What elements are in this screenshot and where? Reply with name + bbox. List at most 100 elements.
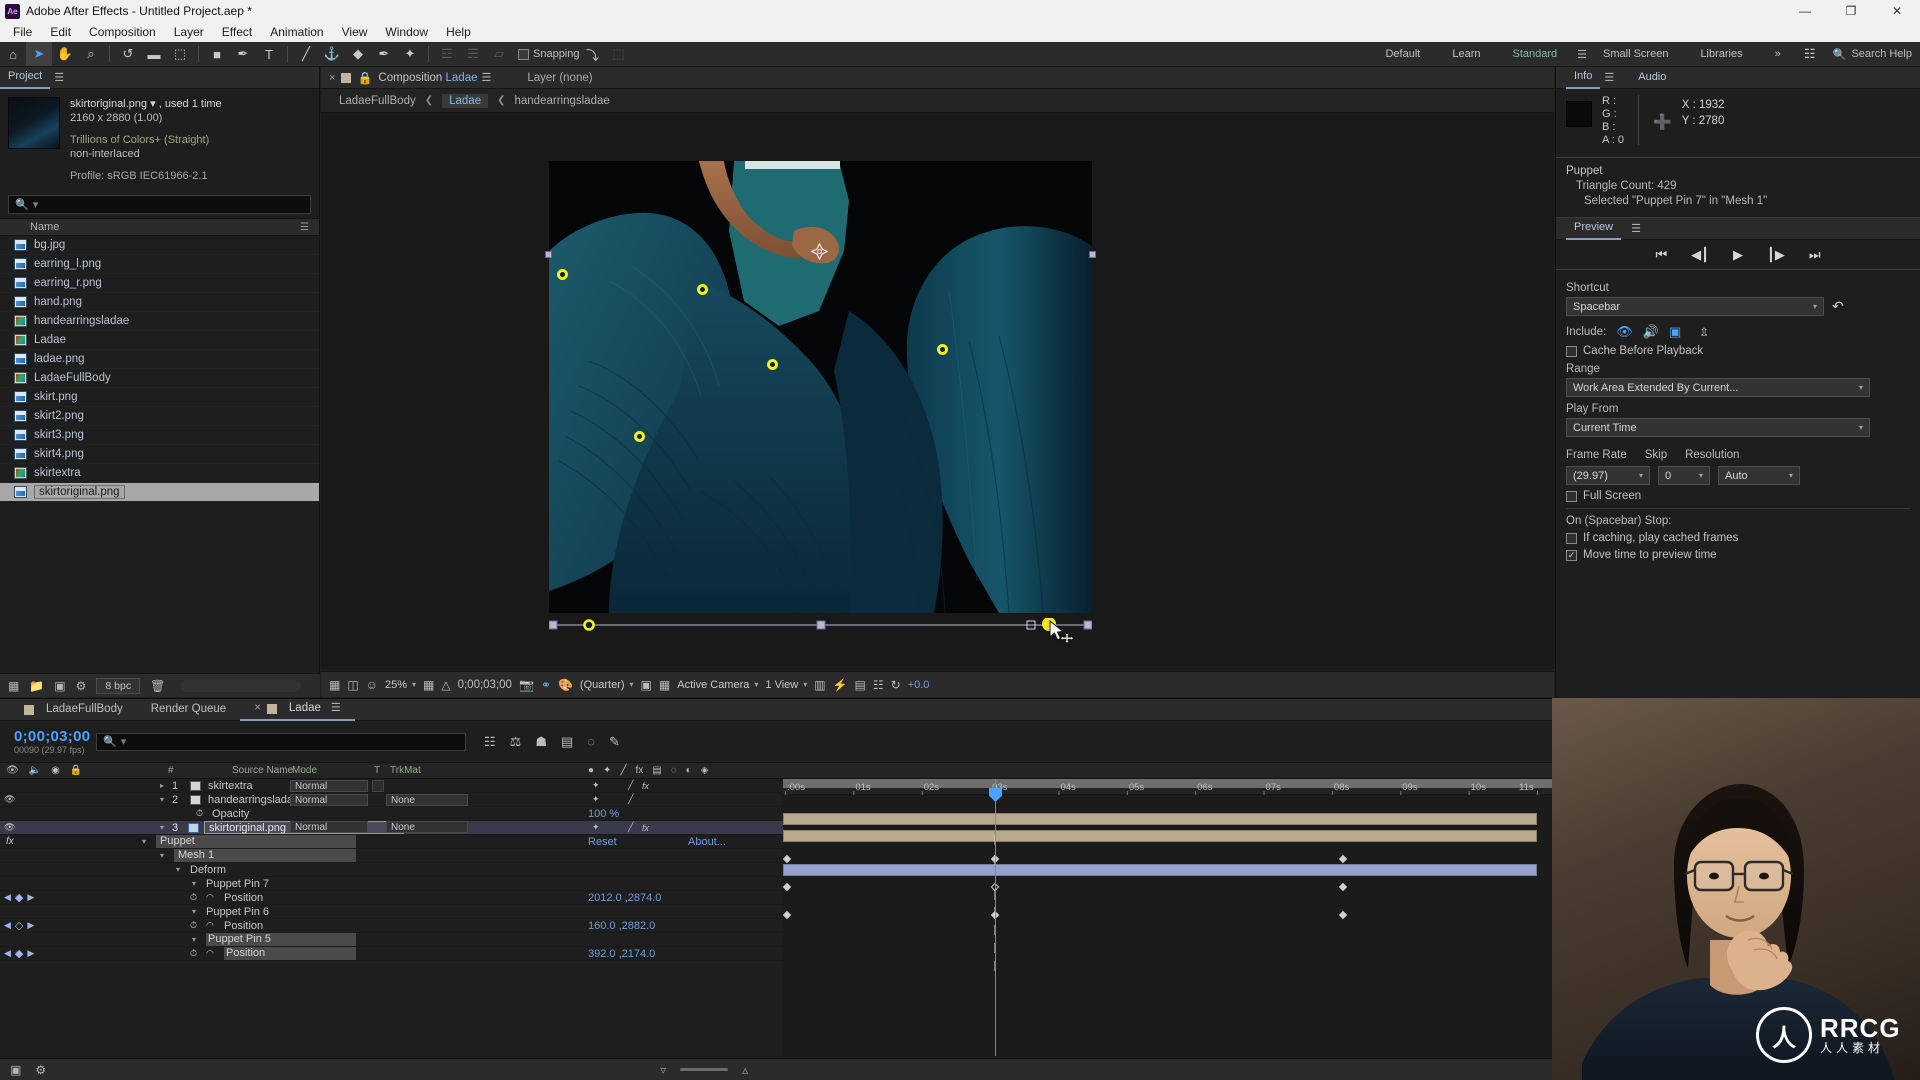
delete-icon[interactable]: 🗑 xyxy=(150,679,165,693)
menu-item-effect[interactable]: Effect xyxy=(213,23,261,41)
layer-collapse-2[interactable]: ✦ xyxy=(592,794,600,805)
fast-previews-icon[interactable]: ⚡ xyxy=(833,678,848,692)
show-snapshot-icon[interactable]: ⚭ xyxy=(541,678,551,692)
lock-switch-icon[interactable]: 🔒 xyxy=(70,765,82,776)
minimize-button[interactable]: — xyxy=(1782,0,1828,22)
breadcrumb-item-ladaefullbody[interactable]: LadaeFullBody xyxy=(339,95,416,107)
comp-timecode[interactable]: 0;00;03;00 xyxy=(458,679,512,691)
pan-behind-tool-icon[interactable]: ⬚ xyxy=(167,42,193,66)
keyframe-nav-pin6[interactable]: ◀ ◇ ▶ xyxy=(4,919,34,932)
anchor-point-icon[interactable] xyxy=(811,243,828,260)
composition-stage[interactable] xyxy=(545,161,1096,613)
selection-tool-icon[interactable]: ➤ xyxy=(26,42,52,66)
workspace-default[interactable]: Default xyxy=(1369,42,1436,67)
timeline-search-input[interactable]: 🔍 ▾ xyxy=(96,732,466,751)
expand-arrow-pin5[interactable]: ▾ xyxy=(192,935,196,944)
prev-keyframe-icon-5[interactable]: ◀ xyxy=(4,948,11,959)
range-select[interactable]: Work Area Extended By Current... ▾ xyxy=(1566,378,1870,397)
stopwatch-icon-pin7[interactable]: ⏱ xyxy=(190,892,197,903)
layer-quality-3[interactable]: ╱ xyxy=(628,822,633,833)
next-keyframe-icon-5[interactable]: ▶ xyxy=(27,948,34,959)
list-item[interactable]: skirt3.png xyxy=(0,426,319,445)
close-icon[interactable]: × xyxy=(329,72,335,84)
list-item[interactable]: hand.png xyxy=(0,293,319,312)
camera-select[interactable]: Active Camera ▾ xyxy=(677,679,758,691)
exposure-value[interactable]: +0.0 xyxy=(908,679,930,691)
video-toggle-3[interactable]: 👁 xyxy=(4,822,15,833)
tab-info[interactable]: Info xyxy=(1566,66,1601,89)
tab-preview[interactable]: Preview xyxy=(1566,217,1622,240)
layer-mode-2[interactable]: Normal xyxy=(290,793,368,806)
quality-icon[interactable]: ╱ xyxy=(620,765,626,776)
rotation-tool-icon[interactable]: ↺ xyxy=(115,42,141,66)
zoom-out-icon[interactable]: ▿ xyxy=(660,1063,666,1077)
play-button[interactable]: ▶ xyxy=(1733,247,1743,263)
workspace-learn[interactable]: Learn xyxy=(1436,42,1496,67)
menu-item-composition[interactable]: Composition xyxy=(80,23,165,41)
tab-project[interactable]: Project xyxy=(0,66,51,89)
expand-arrow-3[interactable]: ▾ xyxy=(160,823,164,832)
last-frame-button[interactable]: ⏭ xyxy=(1809,247,1821,263)
menu-item-edit[interactable]: Edit xyxy=(41,23,80,41)
table-row-deform[interactable]: ▾ Deform xyxy=(0,863,783,877)
puppet-pin-2[interactable] xyxy=(697,284,708,295)
workspace-menu-icon[interactable]: ☰ xyxy=(1577,48,1587,61)
shape-tool-icon[interactable]: ■ xyxy=(204,42,230,66)
toggle-transparency-grid-icon[interactable]: ▦ xyxy=(329,678,340,692)
project-panel-menu-icon[interactable]: ☰ xyxy=(54,71,64,84)
cache-before-playback-row[interactable]: Cache Before Playback xyxy=(1566,345,1910,357)
play-from-select[interactable]: Current Time ▾ xyxy=(1566,418,1870,437)
timeline-zoom-slider[interactable] xyxy=(680,1068,729,1071)
tab-ladaefullbody[interactable]: LadaeFullBody xyxy=(10,699,137,720)
property-value-pin6[interactable]: 160.0 ,2882.0 xyxy=(588,920,655,932)
keyframes-layer[interactable] xyxy=(783,795,1555,1080)
new-composition-icon[interactable]: ▣ xyxy=(54,679,65,693)
table-row-puppet-effect[interactable]: fx ▾ Puppet Reset About... xyxy=(0,835,783,849)
table-row-puppet-pin-7[interactable]: ▾ Puppet Pin 7 xyxy=(0,877,783,891)
menu-item-window[interactable]: Window xyxy=(376,23,437,41)
column-source-name[interactable]: Source Name xyxy=(232,765,293,776)
cache-before-playback-checkbox[interactable] xyxy=(1566,345,1577,357)
expand-arrow-pin7[interactable]: ▾ xyxy=(192,879,196,888)
expand-arrow-deform[interactable]: ▾ xyxy=(176,865,180,874)
if-caching-checkbox[interactable] xyxy=(1566,532,1577,544)
tab-render-queue[interactable]: Render Queue xyxy=(137,699,240,720)
snapping-toggle[interactable]: Snapping xyxy=(518,48,580,60)
zoom-tool-icon[interactable]: ⌕ xyxy=(78,42,104,66)
snapping-checkbox-icon[interactable] xyxy=(518,48,529,60)
search-dropdown-icon[interactable]: ▾ xyxy=(121,735,127,748)
audio-switch-icon[interactable]: 🔈 xyxy=(29,765,41,776)
region-of-interest-icon[interactable]: △ xyxy=(441,678,450,692)
overlays-icon[interactable]: ▣ xyxy=(1669,324,1681,340)
keyframe-nav-pin7[interactable]: ◀ ◆ ▶ xyxy=(4,891,34,904)
share-icon[interactable]: ⇫ xyxy=(1699,325,1709,339)
close-button[interactable]: ✕ xyxy=(1874,0,1920,22)
puppet-bend-tool-icon[interactable]: ▱ xyxy=(486,42,512,66)
layer-mode-3[interactable]: Normal xyxy=(290,821,368,833)
property-name-pin5[interactable]: Position xyxy=(224,947,356,960)
next-frame-button[interactable]: ┃▶ xyxy=(1767,247,1785,263)
eye-icon[interactable]: 👁 xyxy=(1616,324,1633,340)
pin-name-7[interactable]: Puppet Pin 7 xyxy=(206,878,269,890)
draft-3d-icon[interactable]: ⚖ xyxy=(510,734,522,750)
expand-arrow-mesh[interactable]: ▾ xyxy=(160,851,164,860)
toggle-mask-icon[interactable]: ☺ xyxy=(366,678,378,692)
current-time-indicator[interactable] xyxy=(995,779,996,1056)
layer-name-1[interactable]: skirtextra xyxy=(208,780,253,792)
frame-rate-select[interactable]: (29.97) ▾ xyxy=(1566,466,1650,485)
project-search-input[interactable]: 🔍 ▾ xyxy=(8,195,311,214)
workspace-overflow-icon[interactable]: » xyxy=(1759,42,1797,67)
workspace-small-screen[interactable]: Small Screen xyxy=(1587,42,1684,67)
layer-trkmat-3[interactable]: None xyxy=(386,821,468,833)
lock-icon[interactable]: ☰ xyxy=(300,222,309,233)
keyframe-marker-icon-5[interactable]: ◆ xyxy=(15,947,23,960)
pin-name-6[interactable]: Puppet Pin 6 xyxy=(206,906,269,918)
bbox-handle-tr[interactable] xyxy=(1089,251,1096,258)
property-name-pin6[interactable]: Position xyxy=(224,920,263,932)
reset-exposure-icon[interactable]: ↻ xyxy=(891,678,901,692)
zoom-level-select[interactable]: 25% ▾ xyxy=(385,679,416,691)
camera-tool-icon[interactable]: ▬ xyxy=(141,42,167,66)
new-folder-icon[interactable]: 📁 xyxy=(29,679,44,693)
list-item[interactable]: skirt2.png xyxy=(0,407,319,426)
resolution-select[interactable]: Auto ▾ xyxy=(1718,466,1800,485)
